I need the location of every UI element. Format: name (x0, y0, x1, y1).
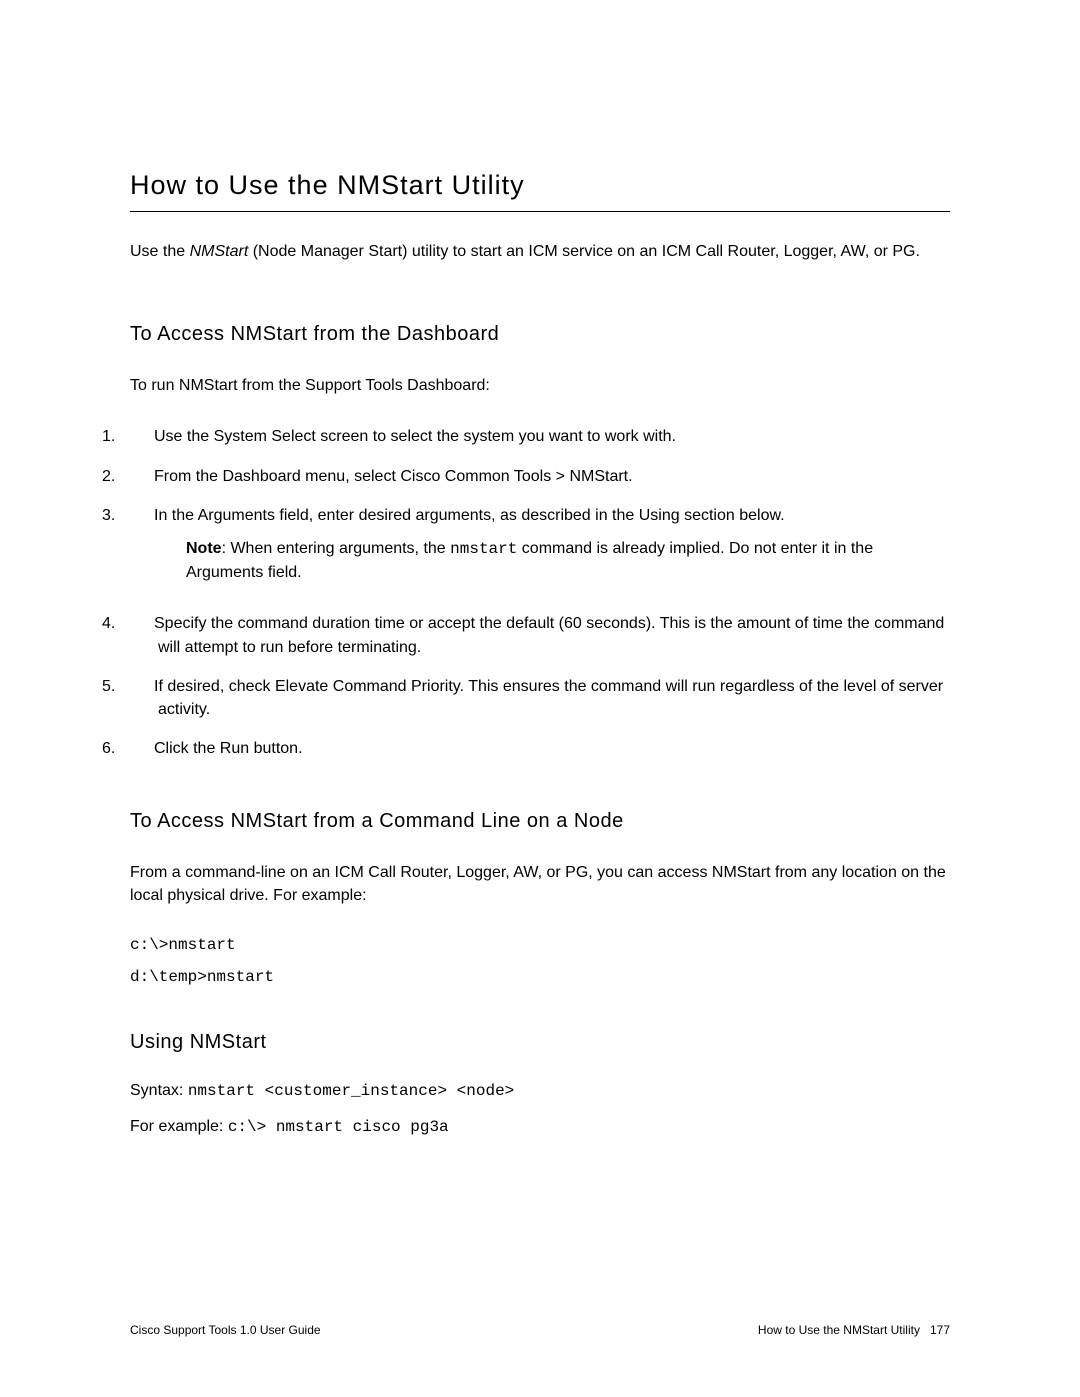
step-number: 2. (130, 465, 154, 488)
step-number: 6. (130, 737, 154, 760)
code-example-1: c:\>nmstart (130, 936, 950, 954)
step-item: 2.From the Dashboard menu, select Cisco … (130, 465, 950, 488)
note-mono: nmstart (450, 540, 517, 558)
steps-list: 1.Use the System Select screen to select… (130, 425, 950, 760)
code-example-2: d:\temp>nmstart (130, 968, 950, 986)
section-heading-commandline: To Access NMStart from a Command Line on… (130, 810, 950, 833)
footer-right: How to Use the NMStart Utility 177 (758, 1323, 950, 1337)
step-number: 1. (130, 425, 154, 448)
title-rule (130, 211, 950, 212)
step-text: If desired, check Elevate Command Priori… (154, 678, 943, 718)
intro-italic-term: NMStart (190, 243, 249, 260)
syntax-line: Syntax: nmstart <customer_instance> <nod… (130, 1082, 950, 1100)
syntax-label: Syntax: (130, 1082, 188, 1099)
step-item: 3.In the Arguments field, enter desired … (130, 504, 950, 585)
syntax-code: nmstart <customer_instance> <node> (188, 1082, 514, 1100)
note-label: Note (186, 540, 222, 557)
step-text: From the Dashboard menu, select Cisco Co… (154, 468, 633, 485)
section-heading-dashboard: To Access NMStart from the Dashboard (130, 323, 950, 346)
intro-prefix: Use the (130, 243, 190, 260)
step-text: In the Arguments field, enter desired ar… (154, 507, 785, 524)
step-number: 4. (130, 612, 154, 635)
section-heading-using: Using NMStart (130, 1031, 950, 1054)
intro-paragraph: Use the NMStart (Node Manager Start) uti… (130, 240, 950, 263)
page-footer: Cisco Support Tools 1.0 User Guide How t… (130, 1323, 950, 1337)
footer-left: Cisco Support Tools 1.0 User Guide (130, 1323, 321, 1337)
step-number: 5. (130, 675, 154, 698)
footer-page-number: 177 (930, 1323, 950, 1337)
example-label: For example: (130, 1118, 228, 1135)
step-item: 6.Click the Run button. (130, 737, 950, 760)
step-item: 4.Specify the command duration time or a… (130, 612, 950, 658)
intro-suffix: (Node Manager Start) utility to start an… (248, 243, 920, 260)
command-examples: c:\>nmstart d:\temp>nmstart (130, 936, 950, 986)
step-item: 1.Use the System Select screen to select… (130, 425, 950, 448)
note-block: Note: When entering arguments, the nmsta… (158, 537, 950, 584)
step-text: Specify the command duration time or acc… (154, 615, 944, 655)
section1-intro: To run NMStart from the Support Tools Da… (130, 374, 950, 397)
note-prefix: : When entering arguments, the (222, 540, 451, 557)
step-text: Use the System Select screen to select t… (154, 428, 676, 445)
example-code: c:\> nmstart cisco pg3a (228, 1118, 449, 1136)
step-text: Click the Run button. (154, 740, 303, 757)
step-number: 3. (130, 504, 154, 527)
section2-intro: From a command-line on an ICM Call Route… (130, 861, 950, 907)
step-item: 5.If desired, check Elevate Command Prio… (130, 675, 950, 721)
page-content: How to Use the NMStart Utility Use the N… (0, 0, 1080, 1214)
page-title: How to Use the NMStart Utility (130, 170, 950, 201)
footer-section-title: How to Use the NMStart Utility (758, 1323, 920, 1337)
example-line: For example: c:\> nmstart cisco pg3a (130, 1118, 950, 1136)
